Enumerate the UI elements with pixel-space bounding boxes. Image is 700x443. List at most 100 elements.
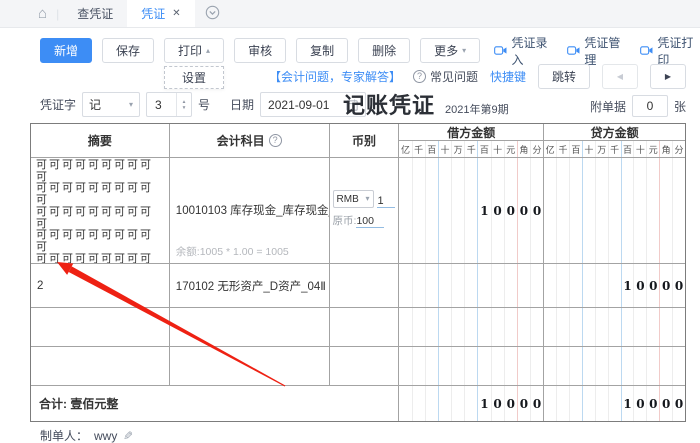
row1-debit-cell[interactable]: 10000 [399, 158, 544, 263]
amount-digit-cell [557, 386, 570, 421]
stepper-arrows[interactable]: ▲ ▼ [176, 93, 191, 116]
caret-up-icon: ▴ [206, 47, 210, 55]
debit-digit-header: 亿千百十万千百十元角分 [399, 141, 543, 157]
exchange-rate-field[interactable]: 1 [377, 195, 395, 208]
amount-digit-cell [465, 386, 478, 421]
tab-search-voucher[interactable]: 查凭证 [63, 0, 127, 27]
row3-currency-cell[interactable] [330, 308, 400, 346]
prev-voucher-button[interactable]: ◀ [602, 64, 638, 89]
attachment-count-field[interactable]: 0 [632, 95, 668, 117]
row3-account-cell[interactable] [170, 308, 330, 346]
expert-answer-link[interactable]: 【会计问题，专家解答】 [269, 68, 401, 85]
amount-digit-cell [570, 347, 583, 385]
amount-digit-cell [660, 158, 673, 263]
print-settings-menu-item[interactable]: 设置 [164, 66, 224, 89]
jump-button[interactable]: 跳转 [538, 64, 590, 89]
row4-currency-cell[interactable] [330, 347, 400, 385]
attachment-unit: 张 [674, 98, 686, 115]
stepper-up-icon: ▲ [182, 99, 187, 104]
amount-digit-cell [413, 264, 426, 307]
row2-credit-cell[interactable]: 10000 [544, 264, 685, 307]
tab-voucher-active[interactable]: 凭证 ✕ [127, 0, 194, 27]
add-button-label: 新增 [54, 42, 78, 59]
digit-column-label: 十 [492, 141, 505, 157]
amount-digit-cell [634, 308, 647, 346]
row4-summary-cell[interactable] [31, 347, 170, 385]
amount-digit-cell: 0 [518, 158, 531, 263]
caret-down-icon: ▾ [462, 47, 466, 55]
video-link-voucher-print[interactable]: 凭证打印 [640, 34, 700, 68]
account-help-icon[interactable]: ? [269, 134, 282, 147]
row2-debit-cell[interactable] [399, 264, 544, 307]
row1-account-cell[interactable]: 10010103 库存现金_库存现金_库存现 余额:1005 * 1.00 = … [170, 158, 330, 263]
tab-search-voucher-label: 查凭证 [77, 5, 113, 22]
delete-button-label: 删除 [372, 42, 396, 59]
row4-account-cell[interactable] [170, 347, 330, 385]
table-row-4-empty [31, 347, 685, 386]
amount-digit-cell [439, 264, 452, 307]
tab-list-dropdown-icon[interactable] [205, 5, 220, 23]
row1-credit-cell[interactable] [544, 158, 685, 263]
copy-button[interactable]: 复制 [296, 38, 348, 63]
shortcuts-link[interactable]: 快捷键 [490, 68, 526, 85]
amount-digit-cell [622, 347, 635, 385]
amount-digit-cell [518, 347, 531, 385]
row1-original-amount-line: 原币: 100 [333, 213, 399, 228]
row3-summary-cell[interactable] [31, 308, 170, 346]
amount-digit-cell [413, 308, 426, 346]
amount-digit-cell [544, 158, 557, 263]
row3-debit-cell[interactable] [399, 308, 544, 346]
add-button[interactable]: 新增 [40, 38, 92, 63]
tab-divider: | [56, 7, 59, 21]
original-amount-field[interactable]: 100 [356, 215, 384, 228]
table-row-1: 可可可可可可可可可可 可可可可可可可可可可 可可可可可可可可可可 可可可可可可可… [31, 158, 685, 264]
row2-account-cell[interactable]: 170102 无形资产_D资产_04Ⅱ [170, 264, 330, 307]
faq-link[interactable]: ? 常见问题 [413, 68, 478, 85]
amount-digit-cell [570, 158, 583, 263]
currency-select[interactable]: RMB ▾ [333, 190, 374, 208]
toolbar: 新增 保存 打印 ▴ 设置 审核 复制 删除 更多 ▾ 凭证录入 凭证管理 [40, 38, 700, 63]
row2-summary-cell[interactable]: 2 [31, 264, 170, 307]
amount-digit-cell [531, 347, 543, 385]
voucher-number-stepper[interactable]: 3 ▲ ▼ [146, 92, 192, 117]
row4-debit-cell[interactable] [399, 347, 544, 385]
print-button[interactable]: 打印 ▴ [164, 38, 224, 63]
edit-pencil-icon[interactable]: ✎ [123, 429, 133, 443]
amount-digit-cell [426, 308, 439, 346]
delete-button[interactable]: 删除 [358, 38, 410, 63]
row4-credit-cell[interactable] [544, 347, 685, 385]
original-currency-label: 原币: [333, 213, 357, 228]
video-link-voucher-entry[interactable]: 凭证录入 [494, 34, 554, 68]
save-button[interactable]: 保存 [102, 38, 154, 63]
voucher-number-value: 3 [155, 98, 162, 112]
voucher-table: 摘要 会计科目 ? 币别 借方金额 亿千百十万千百十元角分 贷方金额 亿千百十万… [30, 123, 686, 422]
amount-digit-cell [531, 264, 543, 307]
row2-currency-cell[interactable] [330, 264, 400, 307]
amount-digit-cell [413, 347, 426, 385]
row1-summary-cell[interactable]: 可可可可可可可可可可 可可可可可可可可可可 可可可可可可可可可可 可可可可可可可… [31, 158, 170, 263]
more-button[interactable]: 更多 ▾ [420, 38, 480, 63]
amount-digit-cell [583, 264, 596, 307]
audit-button[interactable]: 审核 [234, 38, 286, 63]
voucher-period: 2021年第9期 [445, 101, 509, 117]
digit-column-label: 十 [439, 141, 452, 157]
digit-column-label: 百 [426, 141, 439, 157]
amount-digit-cell [557, 158, 570, 263]
amount-digit-cell: 0 [660, 264, 673, 307]
video-link-label: 凭证录入 [511, 34, 554, 68]
voucher-word-select[interactable]: 记 ▾ [82, 92, 140, 117]
table-header-row: 摘要 会计科目 ? 币别 借方金额 亿千百十万千百十元角分 贷方金额 亿千百十万… [31, 124, 685, 158]
tab-close-icon[interactable]: ✕ [172, 8, 180, 19]
video-link-voucher-manage[interactable]: 凭证管理 [567, 34, 627, 68]
amount-digit-cell [673, 158, 685, 263]
attachment-count-value: 0 [647, 99, 654, 113]
amount-digit-cell [478, 308, 491, 346]
video-camera-icon [640, 45, 653, 56]
row3-credit-cell[interactable] [544, 308, 685, 346]
amount-digit-cell [570, 264, 583, 307]
home-icon[interactable]: ⌂ [38, 6, 47, 21]
amount-digit-cell [465, 264, 478, 307]
next-voucher-button[interactable]: ▶ [650, 64, 686, 89]
creator-label: 制单人： [40, 427, 88, 443]
row1-account-value: 10010103 库存现金_库存现金_库存现 [176, 202, 327, 218]
